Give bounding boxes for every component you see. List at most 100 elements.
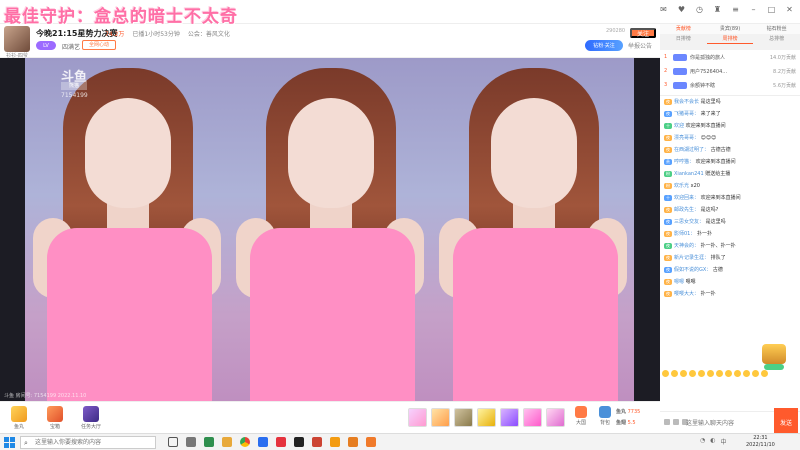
room-id: 7154199 [61, 92, 88, 99]
backpack-button[interactable]: 背包 [596, 406, 614, 426]
subtab-total[interactable]: 总排榜 [753, 35, 800, 44]
chat-nickname[interactable]: 嘤嘤大大： [674, 291, 699, 297]
task-view-icon[interactable] [168, 437, 178, 447]
app-icon[interactable] [186, 437, 196, 447]
close-icon[interactable]: ✕ [785, 5, 794, 14]
chat-text: 是这里吗 [700, 99, 721, 105]
subtab-week[interactable]: 周排榜 [706, 35, 754, 44]
emoji-icon[interactable] [752, 370, 759, 377]
follow-button[interactable]: 关注 [630, 28, 656, 38]
chat-nickname[interactable]: 邮政先生： [674, 207, 699, 213]
chrome-icon[interactable] [240, 437, 250, 447]
chat-nickname[interactable]: Xiankan241 [674, 171, 704, 177]
chat-text: 扑一扑 [696, 231, 712, 237]
chat-nickname[interactable]: 欢迎回来： [674, 195, 699, 201]
chat-nickname[interactable]: 飞猪哥哥： [674, 111, 699, 117]
rank-row[interactable]: 2 用户7526404... 8.2万贡献 [660, 64, 800, 78]
app-icon[interactable] [204, 437, 214, 447]
tab-contribution[interactable]: 贡献榜 [660, 24, 707, 34]
chat-nickname[interactable]: 嗯嗯 [674, 279, 684, 285]
anchor-level-badge: LV [36, 41, 56, 50]
chat-nickname[interactable]: 天神会的： [674, 243, 699, 249]
rank-row[interactable]: 3 余额钟不瞎 5.6万贡献 [660, 78, 800, 92]
chat-nickname[interactable]: 三思女交友： [674, 219, 704, 225]
app-icon[interactable] [294, 437, 304, 447]
file-explorer-icon[interactable] [222, 437, 232, 447]
chat-nickname[interactable]: 新片记录生涯： [674, 255, 709, 261]
emoji-icon[interactable] [761, 370, 768, 377]
emoji-icon[interactable] [680, 370, 687, 377]
app-icon[interactable] [276, 437, 286, 447]
rank-row[interactable]: 1 你是孤独的旅人 14.0万贡献 [660, 50, 800, 64]
diamond-fan-badge[interactable]: 钻粉·关注 [585, 40, 623, 51]
emoji-icon[interactable] [707, 370, 714, 377]
message-icon[interactable]: ✉ [659, 5, 668, 14]
gift-item[interactable] [500, 408, 519, 427]
chat-nickname[interactable]: 假如不说的GX： [674, 267, 711, 273]
gift-item[interactable] [546, 408, 565, 427]
chat-input[interactable] [686, 416, 774, 430]
chat-text: 😊😊😊 [700, 135, 717, 141]
douyu-app-icon[interactable] [366, 437, 376, 447]
send-button[interactable]: 发送 [774, 408, 798, 436]
gift-item[interactable] [408, 408, 427, 427]
menu-icon[interactable]: ≡ [731, 5, 740, 14]
ime-icon[interactable]: 中 [721, 437, 727, 446]
tab-diamond-fans[interactable]: 钻石粉丝 [753, 24, 800, 34]
user-level-badge: 夜 [664, 98, 672, 105]
taskbar-clock[interactable]: 22:31 2022/11/10 [746, 435, 775, 449]
heart-tag[interactable]: 全网心动 [82, 40, 117, 50]
minimize-icon[interactable]: – [749, 5, 758, 14]
app-icon[interactable] [348, 437, 358, 447]
mission-button[interactable]: 任务大厅 [78, 406, 104, 430]
anchor-avatar[interactable] [4, 26, 30, 52]
report-link[interactable]: 举报公告 [628, 41, 652, 50]
gift-item[interactable] [454, 408, 473, 427]
chat-message: 夜天神会的： 扑一扑、扑一扑 [660, 240, 800, 252]
chat-nickname[interactable]: 在西湖过明了： [674, 147, 709, 153]
chat-nickname[interactable]: 哼哼猫： [674, 159, 694, 165]
maximize-icon[interactable]: □ [767, 5, 776, 14]
chat-text: 赠送给主播 [705, 171, 731, 177]
gift-icon[interactable]: ♥ [677, 5, 686, 14]
volume-icon[interactable]: ◐ [710, 437, 715, 446]
gift-item[interactable] [523, 408, 542, 427]
emoji-icon[interactable] [725, 370, 732, 377]
chat-nickname[interactable]: 影师01： [674, 231, 695, 237]
gift-item[interactable] [477, 408, 496, 427]
emoji-icon[interactable] [662, 370, 669, 377]
tab-vip[interactable]: 贵宾(89) [707, 24, 754, 34]
chat-message: 粉 Xiankan241 赠送给主播 [660, 168, 800, 180]
skin-icon[interactable]: ♜ [713, 5, 722, 14]
emoji-icon[interactable] [743, 370, 750, 377]
emoji-icon[interactable] [689, 370, 696, 377]
app-icon[interactable] [330, 437, 340, 447]
anchor-name[interactable]: 四满艺 [62, 42, 80, 51]
window-controls: ✉ ♥ ◷ ♜ ≡ – □ ✕ [659, 5, 794, 14]
app-icon[interactable] [258, 437, 268, 447]
treasure-chest-icon[interactable] [762, 344, 786, 364]
boat-button[interactable]: 大国 [572, 406, 590, 426]
network-icon[interactable]: ◔ [700, 437, 705, 446]
emoji-icon[interactable] [734, 370, 741, 377]
emoji-icon[interactable] [671, 370, 678, 377]
emoji-picker-icon[interactable] [664, 419, 670, 425]
gold-box-icon [11, 406, 27, 422]
emoji-icon[interactable] [716, 370, 723, 377]
video-player[interactable]: 斗鱼 熊猫 7154199 斗鱼 房间号: 7154199 2022.11.10 [0, 58, 660, 401]
fans-badge-icon[interactable] [673, 419, 679, 425]
chat-nickname[interactable]: 漂亮哥哥： [674, 135, 699, 141]
chat-nickname[interactable]: 欢迎 [674, 123, 684, 129]
history-icon[interactable]: ◷ [695, 5, 704, 14]
windows-start-icon[interactable] [4, 437, 15, 448]
chat-nickname[interactable]: 欢乐光 [674, 183, 689, 189]
rank-list: 1 你是孤独的旅人 14.0万贡献 2 用户7526404... 8.2万贡献 3 … [660, 50, 800, 95]
chat-nickname[interactable]: 我会不会长 [674, 99, 699, 105]
app-icon[interactable] [312, 437, 322, 447]
taskbar-search-input[interactable] [21, 437, 141, 448]
emoji-icon[interactable] [698, 370, 705, 377]
gold-box-button[interactable]: 鱼丸 [6, 406, 32, 430]
subtab-day[interactable]: 日排榜 [660, 35, 707, 44]
gift-item[interactable] [431, 408, 450, 427]
treasure-button[interactable]: 宝箱 [42, 406, 68, 430]
